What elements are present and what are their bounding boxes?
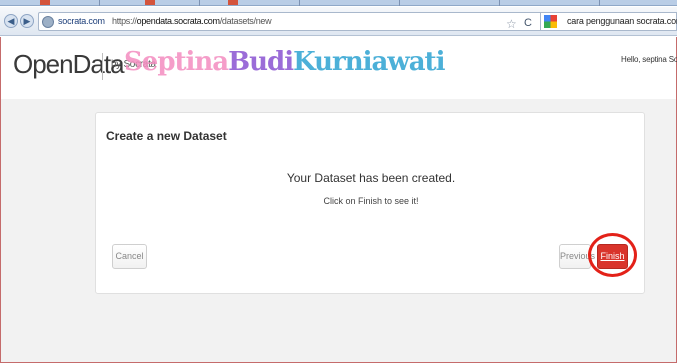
annotation-circle bbox=[588, 233, 637, 277]
cancel-button[interactable]: Cancel bbox=[112, 244, 147, 269]
card-title: Create a new Dataset bbox=[106, 129, 227, 143]
site-header: OpenData by Socrata SeptinaBudiKurniawat… bbox=[1, 37, 677, 99]
user-greeting[interactable]: Hello, septina Socr bbox=[621, 55, 677, 64]
search-input[interactable]: cara penggunaan socrata.com bbox=[540, 12, 677, 31]
back-button[interactable]: ◀ bbox=[4, 14, 18, 28]
forward-button[interactable]: ▶ bbox=[20, 14, 34, 28]
page-content: OpenData by Socrata SeptinaBudiKurniawat… bbox=[0, 37, 677, 363]
url-path: /datasets/new bbox=[219, 16, 272, 26]
browser-tab-strip[interactable] bbox=[0, 0, 677, 6]
site-identity-icon[interactable] bbox=[42, 16, 54, 28]
author-watermark: SeptinaBudiKurniawati bbox=[124, 47, 445, 77]
success-submessage: Click on Finish to see it! bbox=[323, 196, 419, 206]
tab-favicon-icon bbox=[228, 0, 238, 5]
address-bar[interactable]: socrata.com https://opendata.socrata.com… bbox=[38, 12, 546, 31]
tab-favicon-icon bbox=[145, 0, 155, 5]
browser-navigation-bar: ◀ ▶ socrata.com https://opendata.socrata… bbox=[0, 7, 677, 36]
create-dataset-card: Create a new Dataset Your Dataset has be… bbox=[95, 112, 645, 294]
opendata-logo[interactable]: OpenData bbox=[13, 49, 125, 80]
search-query-text: cara penggunaan socrata.com bbox=[567, 16, 677, 26]
logo-divider bbox=[102, 53, 103, 80]
bookmark-star-icon[interactable]: ☆ bbox=[506, 17, 517, 31]
previous-button[interactable]: Previous bbox=[559, 244, 595, 269]
url-prefix: https:// bbox=[112, 16, 137, 26]
site-identity-label[interactable]: socrata.com bbox=[58, 16, 105, 26]
reload-icon[interactable]: C bbox=[524, 17, 532, 29]
url-host: opendata.socrata.com bbox=[136, 16, 220, 26]
back-icon: ◀ bbox=[7, 16, 15, 26]
tab-favicon-icon bbox=[40, 0, 50, 5]
success-message: Your Dataset has been created. bbox=[286, 171, 456, 185]
search-engine-icon[interactable] bbox=[544, 15, 557, 28]
forward-icon: ▶ bbox=[23, 16, 31, 26]
url-text[interactable]: https://opendata.socrata.com/datasets/ne… bbox=[112, 16, 272, 26]
